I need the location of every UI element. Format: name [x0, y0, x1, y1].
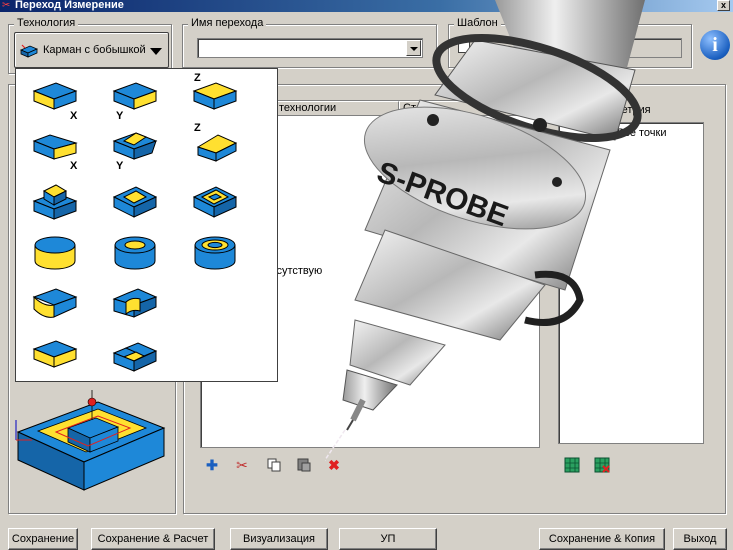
app-icon: ✂: [2, 0, 11, 11]
technology-selected: Карман с бобышкой: [43, 44, 146, 56]
technology-palette[interactable]: X Y Z X Y Z: [15, 68, 278, 382]
visualize-button[interactable]: Визуализация: [230, 528, 328, 550]
probe-image: S-PROBE: [325, 0, 645, 462]
step-icon[interactable]: [112, 335, 162, 379]
plane-x-icon[interactable]: X: [32, 77, 82, 121]
cut-icon[interactable]: ✂: [234, 457, 250, 473]
add-icon[interactable]: ✚: [204, 457, 220, 473]
pocket-boss-icon: [20, 44, 38, 58]
plane-y-icon[interactable]: Y: [112, 77, 162, 121]
chamfer-y-icon[interactable]: Y: [112, 127, 162, 171]
axis-z-label: Z: [194, 72, 201, 84]
cylinder-icon[interactable]: [32, 231, 82, 275]
pocket-rect-icon[interactable]: [112, 179, 162, 223]
exit-button[interactable]: Выход: [673, 528, 727, 550]
paste-icon[interactable]: [296, 457, 312, 473]
save-calc-button[interactable]: Сохранение & Расчет: [91, 528, 215, 550]
preview-3d-view: [15, 390, 166, 491]
axis-y-label: Y: [116, 110, 124, 121]
axis-y-label: Y: [116, 160, 124, 171]
round-pocket-icon[interactable]: [112, 231, 162, 275]
copy-icon[interactable]: [266, 457, 282, 473]
chamfer-z-icon[interactable]: Z: [192, 121, 242, 171]
save-button[interactable]: Сохранение: [8, 528, 78, 550]
save-copy-button[interactable]: Сохранение & Копия: [539, 528, 665, 550]
corner-pocket-icon[interactable]: [112, 283, 162, 327]
chevron-down-icon: [150, 48, 162, 55]
nc-program-button[interactable]: УП: [339, 528, 437, 550]
boss-rect-icon[interactable]: [32, 179, 82, 223]
axis-x-label: X: [70, 160, 78, 171]
slab-icon[interactable]: [32, 335, 82, 379]
window-title: Переход Измерение: [15, 0, 124, 11]
pocket-boss-icon[interactable]: [192, 179, 242, 223]
round-groove-icon[interactable]: [192, 231, 242, 275]
transition-name-label: Имя перехода: [188, 17, 267, 29]
axis-x-label: X: [70, 110, 78, 121]
chamfer-x-icon[interactable]: X: [32, 127, 82, 171]
technology-dropdown[interactable]: Карман с бобышкой: [14, 32, 169, 68]
plane-z-icon[interactable]: Z: [192, 71, 242, 121]
technology-group-label: Технология: [14, 17, 79, 29]
axis-z-label: Z: [194, 122, 201, 134]
corner-boss-icon[interactable]: [32, 283, 82, 327]
